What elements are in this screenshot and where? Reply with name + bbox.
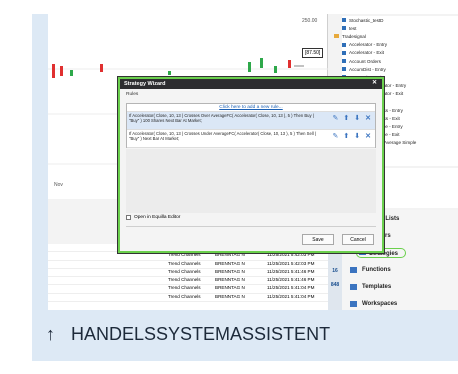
side-badge-848: 848 [330,282,340,288]
tree-item[interactable]: Accelerator - Exit [342,49,458,57]
caption: ↑ HANDELSSYSTEMASSISTENT [46,324,330,345]
caption-text: HANDELSSYSTEMASSISTENT [71,324,331,344]
strategy-icon [342,26,346,31]
tree-item[interactable]: Account Orders [342,57,458,65]
open-equilla-label: Open in Equilla Editor [134,215,181,220]
tree-folder[interactable]: Tradesignal [334,32,458,40]
tree-item[interactable]: Accelerator - Entry [342,41,458,49]
x-axis-label: Nov [54,182,63,188]
rule-row[interactable]: If Accelerator( Close, 10, 13 ) Crosses … [127,130,375,148]
strategy-icon [342,18,346,23]
rules-list: Click here to add a new rule... If Accel… [126,103,376,148]
dialog-title: Strategy Wizard [124,81,166,87]
strategy-icon [342,50,346,55]
table-row[interactable]: Trend ChannelsBRENNTAG N11/25/2021 5:42:… [48,261,328,269]
nav-templates[interactable]: Templates [342,278,458,295]
open-equilla-option[interactable]: Open in Equilla Editor [126,215,180,220]
tree-item[interactable]: Stochastic_testD [342,16,458,24]
current-price-label: [87.50] [302,48,324,58]
save-button[interactable]: Save [302,234,334,245]
rule-text: If Accelerator( Close, 10, 13 ) Crosses … [129,131,317,141]
strategy-icon [342,67,346,72]
rules-label: Rules [126,92,139,97]
divider [126,226,376,227]
edit-icon[interactable]: ✎ [333,133,339,140]
move-down-icon[interactable]: ⬇ [354,133,360,140]
dialog-empty-area [126,149,376,213]
nav-workspaces[interactable]: Workspaces [342,295,458,310]
move-up-icon[interactable]: ⬆ [343,115,349,122]
log-table: Trend Channels BRENNTAG N 11/25/2021 5:42:… [48,244,328,310]
strategy-wizard-dialog: Strategy Wizard ✕ Rules Click here to ad… [118,77,384,253]
dialog-titlebar[interactable]: Strategy Wizard ✕ [120,79,382,89]
rule-row[interactable]: If Accelerator( Close, 10, 13 ) Crosses … [127,112,375,130]
move-down-icon[interactable]: ⬇ [354,115,360,122]
strategy-icon [342,59,346,64]
open-equilla-checkbox[interactable] [126,215,131,220]
delete-icon[interactable]: ✕ [365,133,371,140]
app-screenshot: 250.00 [87.50] Nov Stochastic_testD test… [48,14,458,310]
side-badge-16: 16 [332,268,338,274]
function-icon [350,266,357,273]
arrow-up-icon: ↑ [46,324,55,344]
cancel-button[interactable]: Cancel [342,234,374,245]
folder-icon [334,34,339,39]
workspace-icon [350,300,357,307]
edit-icon[interactable]: ✎ [333,115,339,122]
close-icon[interactable]: ✕ [372,79,377,86]
strategy-icon [342,42,346,47]
move-up-icon[interactable]: ⬆ [343,133,349,140]
table-row[interactable]: Trend ChannelsBRENNTAG N11/25/2021 5:42:… [48,252,328,261]
rule-text: If Accelerator( Close, 10, 13 ) Crosses … [129,113,315,123]
table-row[interactable]: Trend Channels BRENNTAG N 11/25/2021 5:41:… [48,294,328,303]
table-row[interactable]: Trend Channels BRENNTAG N 11/25/2021 5:41:… [48,269,328,278]
tree-item[interactable]: test [342,24,458,32]
table-row[interactable]: Trend Channels BRENNTAG N 11/25/2021 5:41:… [48,285,328,294]
caption-card: 250.00 [87.50] Nov Stochastic_testD test… [32,14,458,361]
add-rule-link[interactable]: Click here to add a new rule... [127,104,375,112]
price-tick-top: 250.00 [302,18,318,24]
table-row[interactable]: Trend Channels BRENNTAG N 11/25/2021 5:41:… [48,277,328,286]
tree-item[interactable]: AccumDist - Entry [342,65,458,73]
template-icon [350,283,357,290]
nav-functions[interactable]: Functions [342,261,458,278]
delete-icon[interactable]: ✕ [365,115,371,122]
